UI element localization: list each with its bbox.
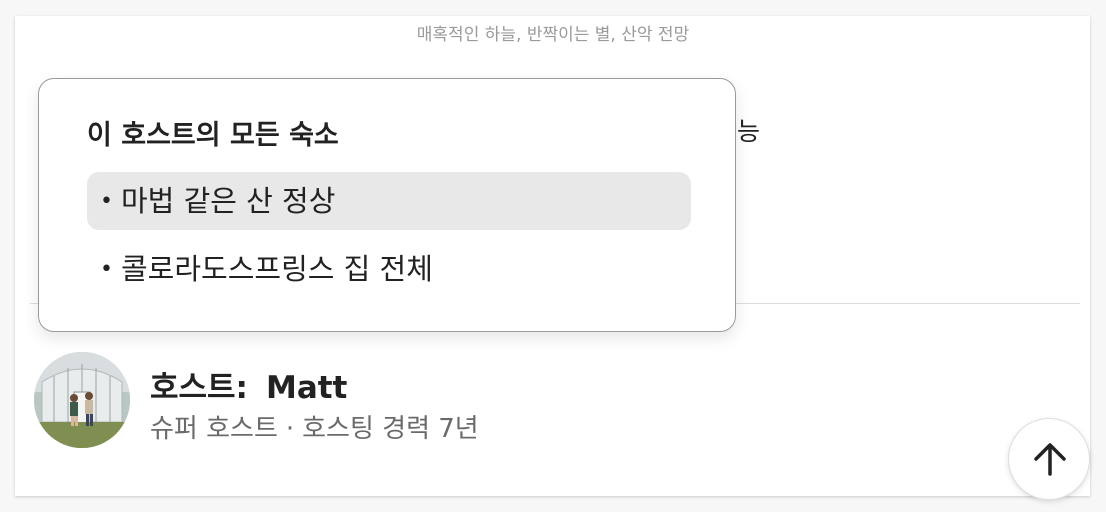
obscured-text-fragment: 능: [737, 117, 761, 146]
listing-subtitle: 매혹적인 하늘, 반짝이는 별, 산악 전망: [416, 25, 690, 45]
dropdown-item-label: 콜로라도스프링스 집 전체: [120, 252, 433, 286]
bullet-icon: •: [100, 189, 113, 214]
hosting-experience: 호스팅 경력 7년: [302, 414, 479, 444]
dropdown-item-label: 마법 같은 산 정상: [120, 184, 336, 218]
host-name: Matt: [265, 370, 348, 406]
bullet-icon: •: [100, 257, 113, 282]
scroll-to-top-button[interactable]: [1008, 418, 1090, 500]
host-meta: 슈퍼 호스트 · 호스팅 경력 7년: [150, 408, 479, 445]
superhost-badge: 슈퍼 호스트: [150, 414, 278, 444]
host-label: 호스트:: [150, 370, 248, 406]
meta-separator: ·: [285, 414, 295, 444]
dropdown-title: 이 호스트의 모든 숙소: [87, 120, 339, 151]
host-avatar[interactable]: [34, 352, 130, 448]
arrow-up-icon: [1034, 443, 1066, 476]
avatar-photo: [34, 352, 130, 448]
dropdown-item-magic-mountain[interactable]: • 마법 같은 산 정상: [87, 172, 691, 230]
dropdown-item-colorado-springs[interactable]: • 콜로라도스프링스 집 전체: [87, 240, 691, 298]
host-listings-dropdown: 이 호스트의 모든 숙소 • 마법 같은 산 정상 • 콜로라도스프링스 집 전체: [38, 78, 736, 332]
host-name-heading: 호스트: Matt: [150, 362, 347, 407]
